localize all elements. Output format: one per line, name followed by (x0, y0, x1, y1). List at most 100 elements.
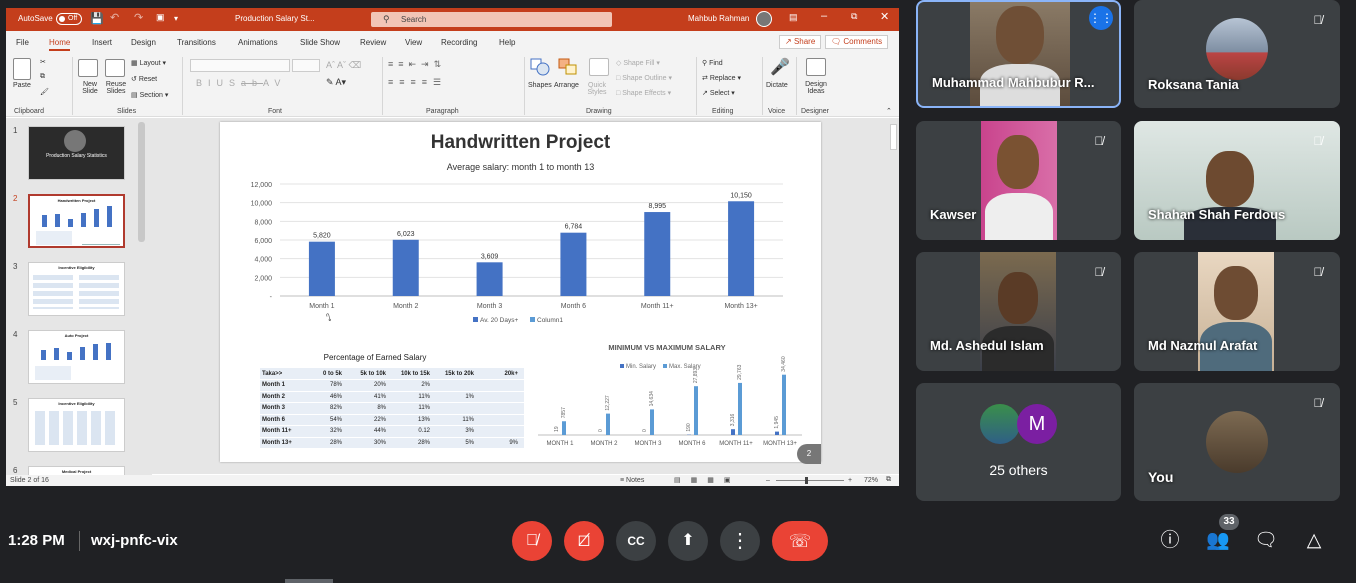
minimize-icon[interactable]: – (821, 10, 827, 22)
slide-thumbnail-5[interactable]: Incentive Eligibility (28, 398, 125, 452)
shapes-icon[interactable] (530, 58, 550, 76)
slide-thumbnail-2[interactable]: Handwritten Project (28, 194, 125, 248)
comments-button[interactable]: 🗨 Comments (825, 35, 889, 49)
activities-button[interactable]: △ (1301, 528, 1327, 554)
new-slide-label[interactable]: New Slide (78, 81, 102, 95)
tab-slide-show[interactable]: Slide Show (300, 38, 340, 47)
present-icon[interactable]: ▣ (156, 12, 165, 23)
leave-call-button[interactable]: ☏ (772, 521, 828, 561)
thumbnail-title: Auto Project (64, 333, 89, 338)
zoom-out-icon[interactable]: – (766, 477, 770, 484)
copy-icon[interactable]: ⧉ (40, 73, 45, 81)
design-ideas-icon[interactable] (806, 58, 826, 76)
self-tile[interactable]: 🎙̸ You (1134, 383, 1340, 501)
x-tick-label: MONTH 13+ (763, 441, 797, 447)
reuse-slides-label[interactable]: Reuse Slides (103, 81, 129, 95)
more-options-button[interactable]: ⋮ (720, 521, 760, 561)
fit-to-window-icon[interactable]: ⧉ (886, 476, 891, 484)
participant-tile-3[interactable]: 🎙̸ Kawser (916, 121, 1121, 240)
align-icons[interactable]: ≡≡≡≡☰ (388, 77, 447, 88)
section-button[interactable]: ▤ Section ▾ (131, 91, 168, 99)
bar-data-label: 0 (598, 429, 604, 432)
dictate-label[interactable]: Dictate (766, 82, 788, 89)
participant-tile-4[interactable]: 🎙̸ Shahan Shah Ferdous (1134, 121, 1340, 240)
document-title[interactable]: Production Salary St... (235, 14, 315, 23)
new-slide-icon[interactable] (78, 59, 98, 77)
tab-review[interactable]: Review (360, 38, 386, 47)
close-icon[interactable]: ✕ (880, 10, 889, 23)
shape-outline-button[interactable]: □ Shape Outline ▾ (616, 74, 672, 82)
mic-toggle-button[interactable]: 🎙̸ (512, 521, 552, 561)
shape-effects-button[interactable]: □ Shape Effects ▾ (616, 89, 671, 97)
people-button[interactable]: 👥 (1205, 528, 1231, 554)
shapes-label[interactable]: Shapes (528, 82, 552, 89)
reset-button[interactable]: ↺ Reset (131, 75, 157, 83)
list-icons[interactable]: ≡≡⇤⇥⇅ (388, 59, 446, 70)
save-icon[interactable]: 💾 (90, 12, 104, 25)
user-avatar[interactable] (756, 11, 772, 27)
layout-button[interactable]: ▦ Layout ▾ (131, 59, 166, 67)
present-now-button[interactable]: ⬆ (668, 521, 708, 561)
participant-tile-6[interactable]: 🎙̸ Md Nazmul Arafat (1134, 252, 1340, 371)
restore-icon[interactable]: ⧉ (851, 11, 857, 22)
zoom-in-icon[interactable]: + (848, 477, 852, 484)
undo-icon[interactable]: ↶ (110, 11, 119, 24)
search-box[interactable]: ⚲ Search (371, 12, 612, 27)
tab-home[interactable]: Home (49, 38, 71, 51)
camera-toggle-button[interactable]: ◻̸ (564, 521, 604, 561)
tab-transitions[interactable]: Transitions (177, 38, 216, 47)
tab-help[interactable]: Help (499, 38, 515, 47)
font-grow-shrink-icon[interactable]: Aˆ Aˇ ⌫ (326, 60, 361, 71)
captions-button[interactable]: CC (616, 521, 656, 561)
cut-icon[interactable]: ✂ (40, 58, 46, 66)
quick-styles-icon[interactable] (589, 58, 609, 76)
user-name[interactable]: Mahbub Rahman (688, 14, 749, 23)
replace-button[interactable]: ⇄ Replace ▾ (702, 74, 741, 82)
slide-thumbnail-4[interactable]: Auto Project (28, 330, 125, 384)
arrange-label[interactable]: Arrange (554, 82, 579, 89)
meeting-details-button[interactable]: ⓘ (1157, 528, 1183, 554)
slide-thumbnail-1[interactable]: Production Salary Statistics (28, 126, 125, 180)
table-cell: 11% (436, 414, 480, 426)
font-format-icons[interactable]: BIUSabAV (196, 78, 286, 88)
shape-fill-button[interactable]: ◇ Shape Fill ▾ (616, 59, 660, 67)
current-slide[interactable]: Handwritten Project Average salary: mont… (220, 122, 821, 464)
view-buttons[interactable]: ▤▦▦▣ (674, 476, 740, 484)
canvas-scrollbar[interactable] (890, 124, 897, 150)
font-size-select[interactable] (292, 59, 320, 72)
design-ideas-label[interactable]: Design Ideas (803, 81, 829, 95)
participant-tile-5[interactable]: 🎙̸ Md. Ashedul Islam (916, 252, 1121, 371)
tab-recording[interactable]: Recording (441, 38, 477, 47)
format-painter-icon[interactable]: 🖌 (40, 88, 49, 96)
font-color-icon[interactable]: ✎ A▾ (326, 77, 346, 88)
participant-tile-2[interactable]: 🎙̸ Roksana Tania (1134, 0, 1340, 108)
autosave-toggle[interactable]: Off (56, 13, 82, 25)
arrange-icon[interactable] (558, 58, 578, 76)
chat-button[interactable]: 🗨 (1253, 528, 1279, 554)
ribbon-display-icon[interactable]: ▤ (789, 12, 798, 23)
tab-file[interactable]: File (16, 38, 29, 47)
quick-styles-label[interactable]: Quick Styles (586, 82, 608, 96)
customize-qat-icon[interactable]: ▾ (174, 14, 178, 23)
reuse-slides-icon[interactable] (105, 59, 125, 77)
zoom-slider-thumb[interactable] (805, 477, 808, 484)
paste-icon[interactable] (13, 58, 31, 80)
collapse-ribbon-icon[interactable]: ⌃ (886, 107, 892, 115)
font-name-select[interactable] (190, 59, 290, 72)
tab-view[interactable]: View (405, 38, 422, 47)
find-button[interactable]: ⚲ Find (702, 59, 723, 67)
tab-insert[interactable]: Insert (92, 38, 112, 47)
slide-thumbnail-3[interactable]: Incentive Eligibility (28, 262, 125, 316)
share-button[interactable]: ↗ Share (779, 35, 822, 49)
participant-tile-1[interactable]: ⋮⋮ Muhammad Mahbubur R... (916, 0, 1121, 108)
select-button[interactable]: ↗ Select ▾ (702, 89, 735, 97)
tab-design[interactable]: Design (131, 38, 156, 47)
microphone-icon[interactable]: 🎤 (770, 57, 790, 77)
notes-button[interactable]: ≡ Notes (620, 477, 644, 484)
tab-animations[interactable]: Animations (238, 38, 278, 47)
redo-icon[interactable]: ↷ (134, 11, 143, 24)
zoom-slider[interactable] (776, 480, 844, 481)
thumbnails-scrollbar[interactable] (138, 122, 145, 242)
others-tile[interactable]: M 25 others (916, 383, 1121, 501)
zoom-level[interactable]: 72% (864, 477, 878, 484)
